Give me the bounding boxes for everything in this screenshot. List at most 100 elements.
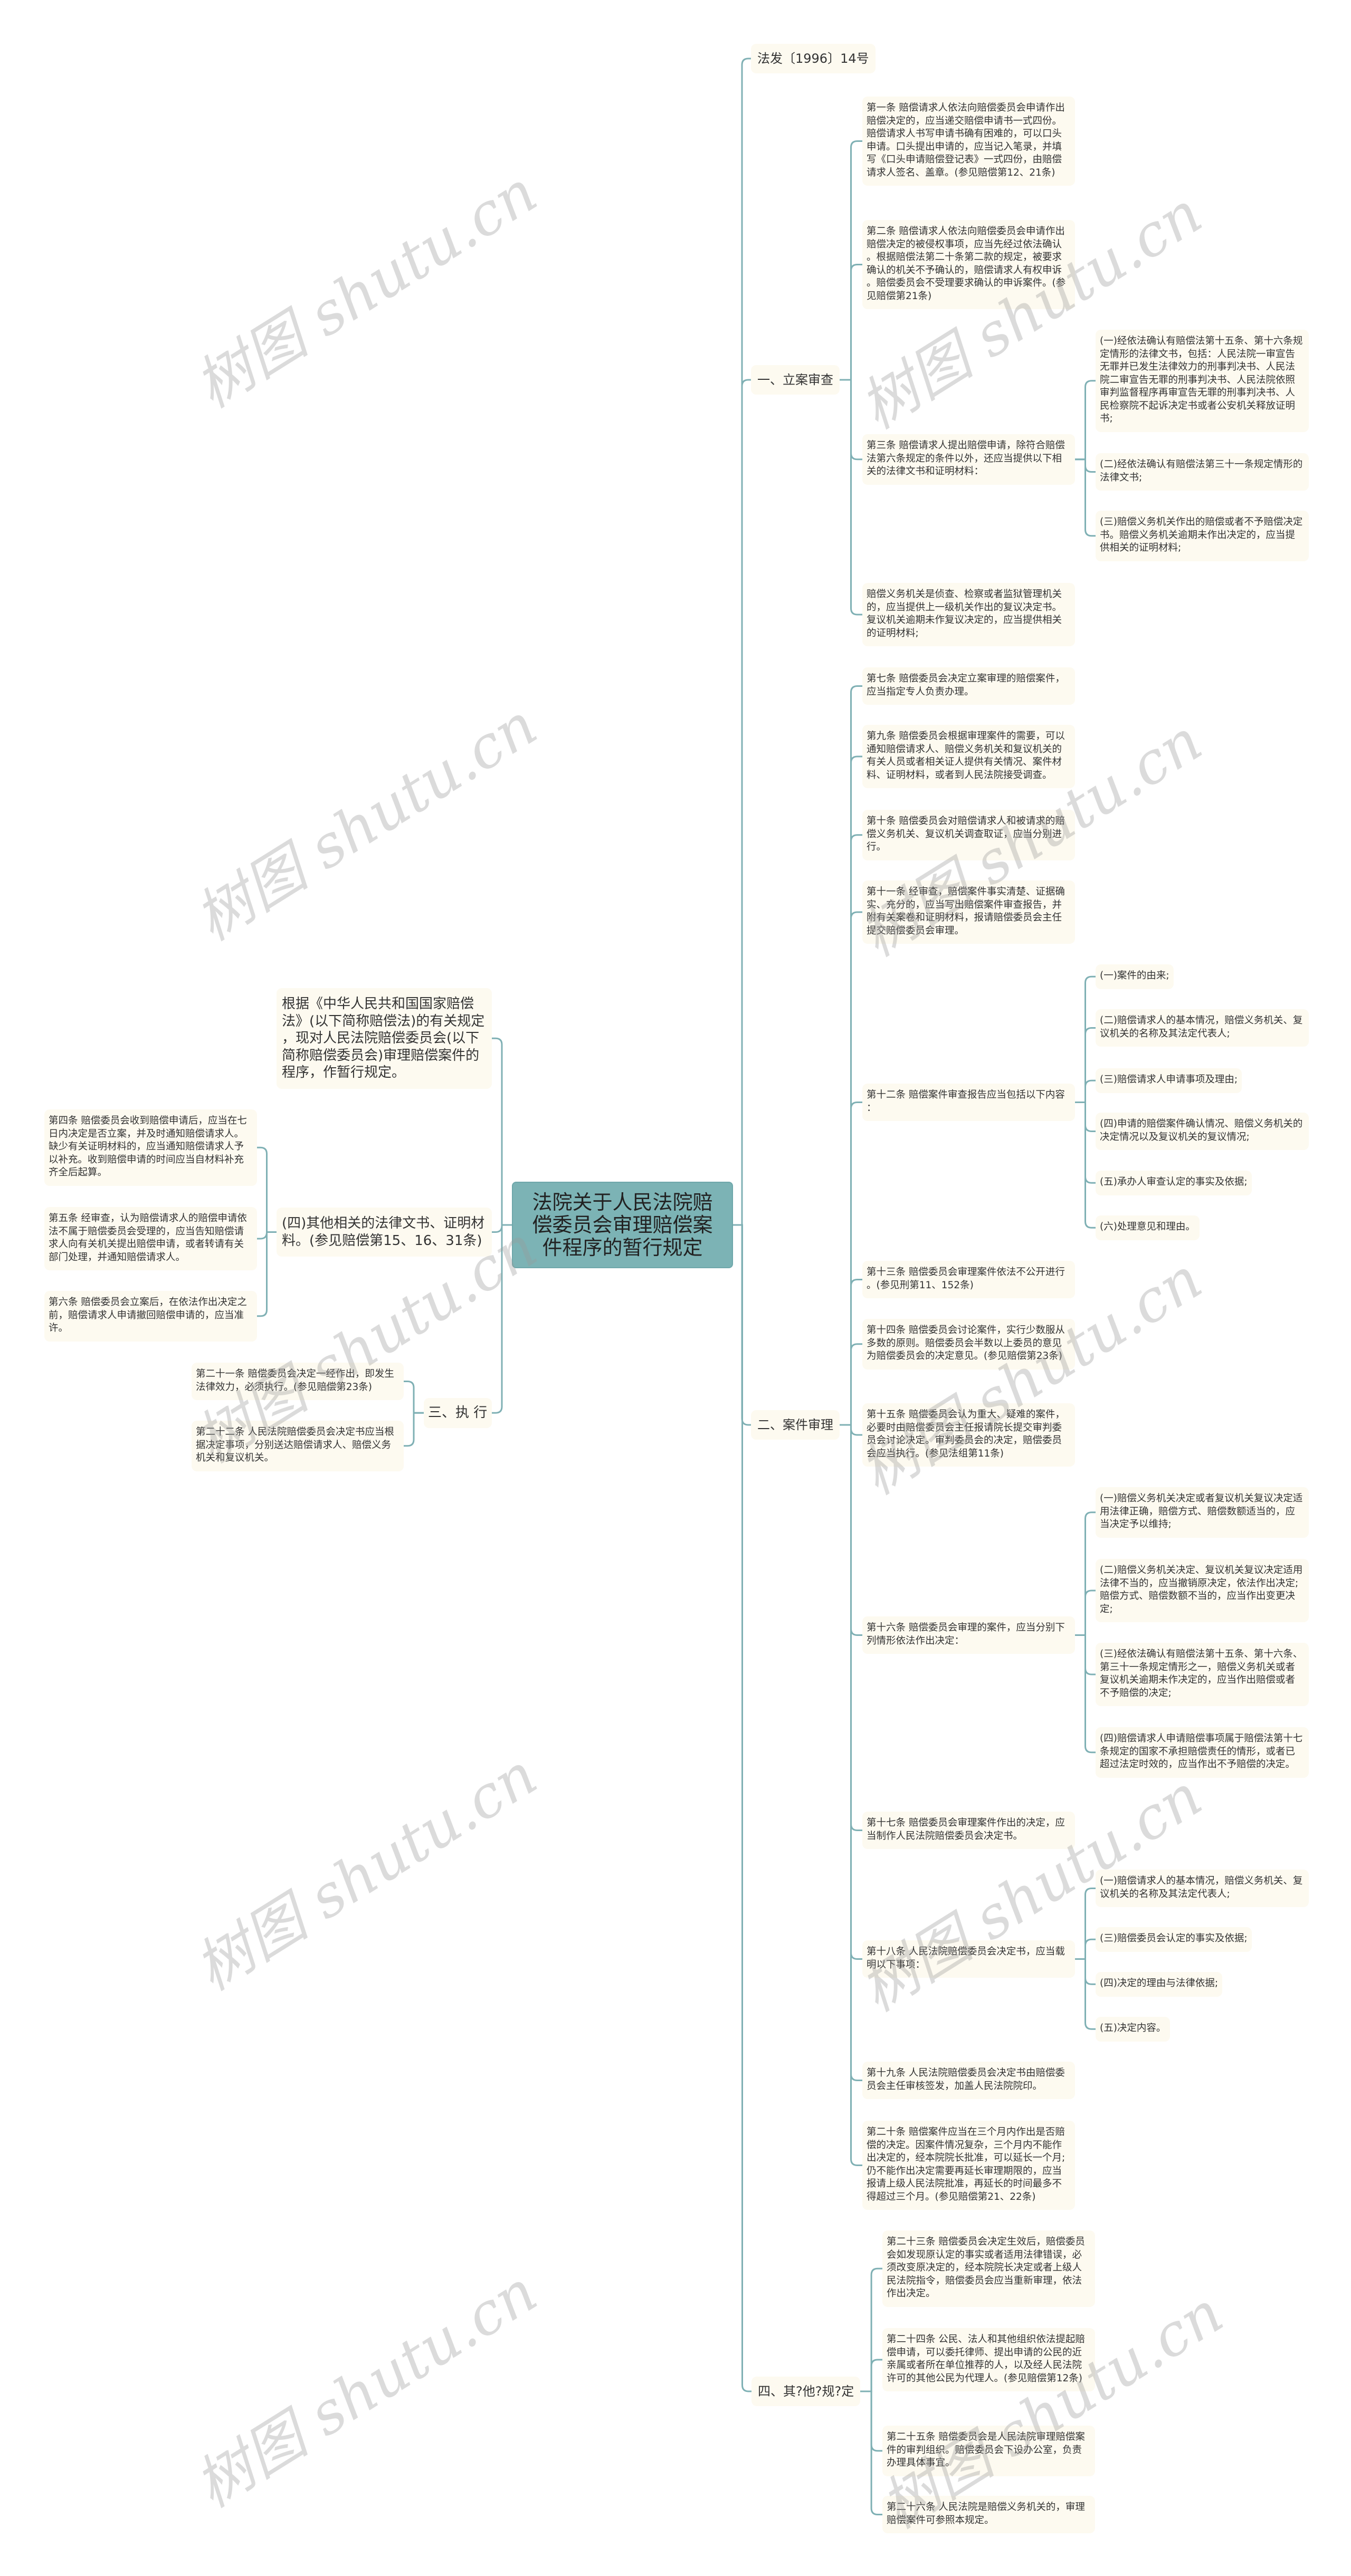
article-24-node: 第二十四条 公民、法人和其他组织依法提起赔偿申请，可以委托律师、提出申请的公民的… bbox=[882, 2328, 1095, 2391]
connector-a1 bbox=[840, 140, 862, 381]
article-20-node: 第二十条 赔偿案件应当在三个月内作出是否赔偿的决定。因案件情况复杂，三个月内不能… bbox=[862, 2121, 1075, 2210]
connector-t16s4 bbox=[1075, 1634, 1096, 1754]
article-4-node: 第四条 赔偿委员会收到赔偿申请后，应当在七日内决定是否立案，并及时通知赔偿请求人… bbox=[44, 1109, 257, 1186]
connector-t11 bbox=[840, 911, 862, 1426]
connector-t18s1 bbox=[1075, 1888, 1096, 1960]
article-1-node: 第一条 赔偿请求人依法向赔偿委员会申请作出赔偿决定的，应当递交赔偿申请书一式四份… bbox=[862, 97, 1075, 186]
connector-t12 bbox=[840, 1102, 862, 1426]
connector-l21 bbox=[404, 1381, 424, 1414]
connector-t14 bbox=[840, 1343, 862, 1426]
article-5-node: 第五条 经审查，认为赔偿请求人的赔偿申请依法不属于赔偿委员会受理的，应当告知赔偿… bbox=[44, 1207, 257, 1270]
connector-o24 bbox=[860, 2359, 882, 2392]
connector-odocs bbox=[492, 1224, 512, 1233]
root-title: 法院关于人民法院赔偿委员会审理赔偿案件程序的暂行规定 bbox=[532, 1190, 713, 1259]
connector-t18s4 bbox=[1075, 1958, 1096, 2030]
article-18-item-4: (四)决定的理由与法律依据; bbox=[1096, 1972, 1223, 1997]
connector-t12s1 bbox=[1075, 975, 1096, 1103]
connector-filing bbox=[733, 379, 751, 1226]
document-number-node: 法发〔1996〕14号 bbox=[751, 44, 876, 73]
article-25-node: 第二十五条 赔偿委员会是人民法院审理赔偿案件的审判组织。赔偿委员会下设办公室，负… bbox=[882, 2426, 1095, 2476]
article-12-node: 第十二条 赔偿案件审查报告应当包括以下内容： bbox=[862, 1084, 1075, 1121]
connector-t16s1 bbox=[1075, 1511, 1096, 1636]
connector-t12s3 bbox=[1075, 1079, 1096, 1103]
connector-t18s2 bbox=[1075, 1938, 1096, 1960]
article-23-node: 第二十三条 赔偿委员会决定生效后，赔偿委员会如发现原认定的事实或者适用法律错误，… bbox=[882, 2230, 1095, 2307]
connector-t7 bbox=[840, 685, 862, 1426]
article-12-item-1: (一)案件的由来; bbox=[1096, 964, 1174, 989]
article-3-item-1: (一)经依法确认有赔偿法第十五条、第十六条规定情形的法律文书，包括：人民法院一审… bbox=[1096, 330, 1309, 432]
watermark: 树图 shutu.cn bbox=[183, 2257, 548, 2521]
connector-l4 bbox=[257, 1146, 277, 1233]
article-19-node: 第十九条 人民法院赔偿委员会决定书由赔偿委员会主任审核签发，加盖人民法院院印。 bbox=[862, 2062, 1075, 2099]
connector-l5 bbox=[257, 1231, 277, 1240]
connector-t16s3 bbox=[1075, 1634, 1096, 1675]
connector-o26 bbox=[860, 2390, 882, 2515]
connector-t16s2 bbox=[1075, 1589, 1096, 1636]
article-16-item-2: (二)赔偿义务机关决定、复议机关复议决定适用法律不当的，应当撤销原决定，依法作出… bbox=[1096, 1559, 1309, 1622]
mind-map-canvas: 法院关于人民法院赔偿委员会审理赔偿案件程序的暂行规定 根据《中华人民共和国国家赔… bbox=[0, 0, 1351, 2576]
case-trial-branch: 二、案件审理 bbox=[751, 1410, 840, 1440]
connector-t18 bbox=[840, 1424, 862, 1960]
connector-l22 bbox=[404, 1412, 424, 1447]
article-13-node: 第十三条 赔偿委员会审理案件依法不公开进行。(参见刑第11、152条) bbox=[862, 1261, 1075, 1298]
article-18-node: 第十八条 人民法院赔偿委员会决定书，应当载明以下事项： bbox=[862, 1940, 1075, 1978]
connector-a3s3 bbox=[1075, 458, 1096, 537]
connector-t12s2 bbox=[1075, 1027, 1096, 1103]
connector-t12s6 bbox=[1075, 1102, 1096, 1229]
article-18-item-3: (三)赔偿委员会认定的事实及依据; bbox=[1096, 1927, 1252, 1952]
article-16-item-1: (一)赔偿义务机关决定或者复议机关复议决定适用法律正确，赔偿方式、赔偿数额适当的… bbox=[1096, 1487, 1309, 1538]
article-12-item-5: (五)承办人审查认定的事实及依据; bbox=[1096, 1171, 1252, 1195]
watermark: 树图 shutu.cn bbox=[183, 158, 548, 421]
article-11-node: 第十一条 经审查，赔偿案件事实清楚、证据确实、充分的，应当写出赔偿案件审查报告，… bbox=[862, 880, 1075, 944]
article-7-node: 第七条 赔偿委员会决定立案审理的赔偿案件，应当指定专人负责办理。 bbox=[862, 667, 1075, 705]
connector-t15 bbox=[840, 1424, 862, 1436]
connector-t12s4 bbox=[1075, 1102, 1096, 1132]
filing-review-branch: 一、立案审查 bbox=[751, 365, 840, 395]
connector-t9 bbox=[840, 755, 862, 1426]
article-12-item-6: (六)处理意见和理由。 bbox=[1096, 1215, 1200, 1240]
article-18-item-1: (一)赔偿请求人的基本情况，赔偿义务机关、复议机关的名称及其法定代表人; bbox=[1096, 1870, 1309, 1907]
article-3-item-2: (二)经依法确认有赔偿法第三十一条规定情形的法律文书; bbox=[1096, 453, 1309, 491]
article-17-node: 第十七条 赔偿委员会审理案件作出的决定，应当制作人民法院赔偿委员会决定书。 bbox=[862, 1812, 1075, 1849]
article-21-node: 第二十一条 赔偿委员会决定一经作出，即发生法律效力，必须执行。(参见赔偿第23条… bbox=[192, 1363, 404, 1400]
article-14-node: 第十四条 赔偿委员会讨论案件，实行少数服从多数的原则。赔偿委员会半数以上委员的意… bbox=[862, 1319, 1075, 1370]
connector-trial bbox=[733, 1224, 751, 1426]
connector-t13 bbox=[840, 1279, 862, 1426]
article-3-node: 第三条 赔偿请求人提出赔偿申请，除符合赔偿法第六条规定的条件以外，还应当提供以下… bbox=[862, 434, 1075, 485]
article-16-node: 第十六条 赔偿委员会审理的案件，应当分别下列情形依法作出决定： bbox=[862, 1616, 1075, 1654]
connector-exec bbox=[492, 1224, 512, 1414]
watermark: 树图 shutu.cn bbox=[183, 1740, 548, 2004]
article-12-item-2: (二)赔偿请求人的基本情况，赔偿义务机关、复议机关的名称及其法定代表人; bbox=[1096, 1009, 1309, 1047]
connector-intro bbox=[492, 1037, 512, 1226]
article-12-item-3: (三)赔偿请求人申请事项及理由; bbox=[1096, 1068, 1242, 1093]
connector-t10 bbox=[840, 834, 862, 1426]
root-topic: 法院关于人民法院赔偿委员会审理赔偿案件程序的暂行规定 bbox=[512, 1182, 733, 1268]
intro-node: 根据《中华人民共和国国家赔偿法》(以下简称赔偿法)的有关规定，现对人民法院赔偿委… bbox=[277, 988, 492, 1089]
article-9-node: 第九条 赔偿委员会根据审理案件的需要，可以通知赔偿请求人、赔偿义务机关和复议机关… bbox=[862, 725, 1075, 788]
connector-t20 bbox=[840, 1424, 862, 2166]
connector-o25 bbox=[860, 2390, 882, 2452]
connector-a3s1 bbox=[1075, 380, 1096, 461]
connector-a4 bbox=[840, 379, 862, 616]
connector-t16 bbox=[840, 1424, 862, 1636]
connector-docno bbox=[733, 58, 751, 1226]
reconsideration-docs-node: 赔偿义务机关是侦查、检察或者监狱管理机关的，应当提供上一级机关作出的复议决定书。… bbox=[862, 583, 1075, 646]
article-16-item-3: (三)经依法确认有赔偿法第十五条、第十六条、第三十一条规定情形之一，赔偿义务机关… bbox=[1096, 1643, 1309, 1706]
article-12-item-4: (四)申请的赔偿案件确认情况、赔偿义务机关的决定情况以及复议机关的复议情况; bbox=[1096, 1113, 1309, 1150]
connector-a3 bbox=[840, 379, 862, 461]
connector-other bbox=[733, 1224, 751, 2392]
execution-branch: 三、执 行 bbox=[424, 1398, 492, 1428]
article-26-node: 第二十六条 人民法院是赔偿义务机关的，审理赔偿案件可参照本规定。 bbox=[882, 2496, 1095, 2533]
connector-t19 bbox=[840, 1424, 862, 2081]
article-15-node: 第十五条 赔偿委员会认为重大、疑难的案件，必要时由赔偿委员会主任报请院长提交审判… bbox=[862, 1403, 1075, 1467]
watermark: 树图 shutu.cn bbox=[183, 691, 548, 954]
article-18-item-5: (五)决定内容。 bbox=[1096, 2017, 1171, 2042]
connector-l6 bbox=[257, 1231, 277, 1317]
connector-a2 bbox=[840, 264, 862, 381]
other-documents-node: (四)其他相关的法律文书、证明材料。(参见赔偿第15、16、31条) bbox=[277, 1208, 492, 1257]
connector-o23 bbox=[860, 2267, 882, 2392]
article-3-item-3: (三)赔偿义务机关作出的赔偿或者不予赔偿决定书。赔偿义务机关逾期未作出决定的，应… bbox=[1096, 511, 1309, 561]
article-10-node: 第十条 赔偿委员会对赔偿请求人和被请求的赔偿义务机关、复议机关调查取证，应当分别… bbox=[862, 810, 1075, 860]
article-6-node: 第六条 赔偿委员会立案后，在依法作出决定之前，赔偿请求人申请撤回赔偿申请的，应当… bbox=[44, 1291, 257, 1342]
connector-t17 bbox=[840, 1424, 862, 1831]
